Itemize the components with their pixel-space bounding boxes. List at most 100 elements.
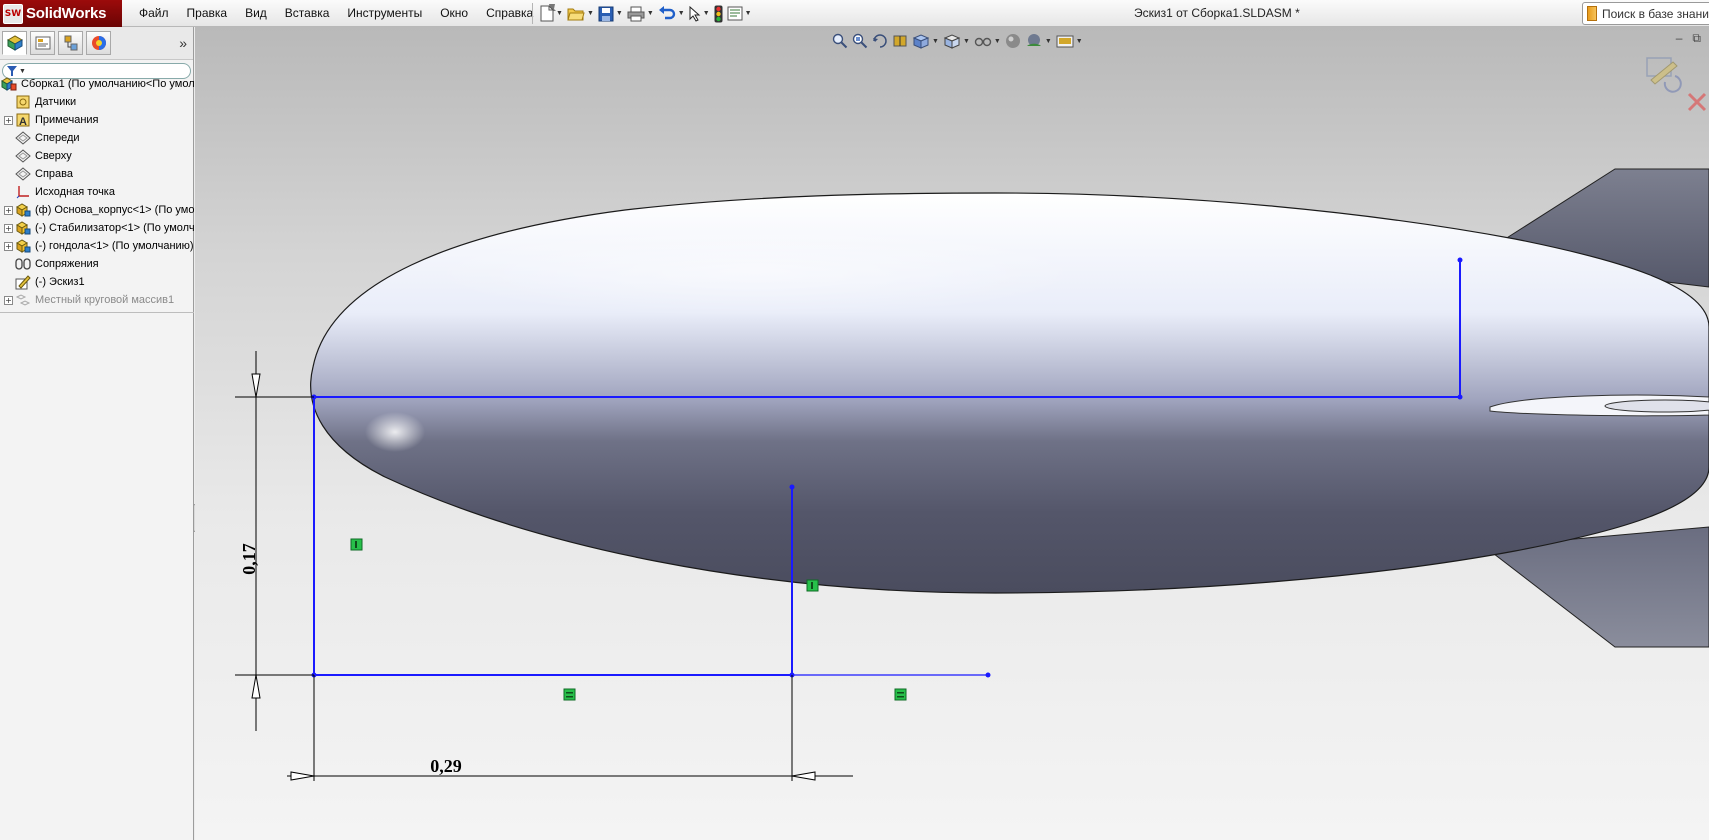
previous-view-icon — [873, 34, 887, 48]
view-settings-button[interactable]: ▼ — [1054, 31, 1085, 52]
filter-dropdown-icon[interactable]: ▼ — [19, 68, 26, 75]
hull-highlight — [425, 227, 1085, 317]
plane-icon — [15, 130, 31, 146]
rebuild-button[interactable] — [712, 3, 725, 24]
tree-item-label: Справа — [35, 168, 73, 180]
configuration-icon — [64, 35, 77, 51]
plane-icon — [15, 148, 31, 164]
tree-item[interactable]: Справа — [0, 165, 194, 183]
tree-item-label: Сборка1 (По умолчанию<По умолчанию_Состо… — [21, 78, 194, 90]
exit-sketch-icon[interactable] — [1646, 57, 1682, 93]
tab-property-manager[interactable] — [30, 31, 55, 55]
open-document-button[interactable]: ▼ — [565, 3, 596, 24]
appearance-sphere-icon — [1005, 34, 1020, 48]
graphics-area[interactable]: 0,17 0,29 ▼ ▼ ▼ ▼ ▼ – ⧉ — [195, 27, 1709, 840]
tree-item[interactable]: + Местный круговой массив1 — [0, 291, 194, 309]
tree-item-label: Спереди — [35, 132, 80, 144]
expand-toggle-icon[interactable]: + — [4, 205, 13, 215]
sketch-point[interactable] — [985, 672, 991, 678]
expand-panel-icon[interactable]: » — [179, 35, 187, 51]
tree-item[interactable]: Исходная точка — [0, 183, 194, 201]
viewport-restore-icon[interactable]: ⧉ — [1692, 31, 1701, 46]
cancel-sketch-icon[interactable] — [1687, 92, 1707, 112]
new-document-button[interactable]: ▼ — [538, 3, 565, 24]
part-icon — [15, 220, 31, 236]
menu-file[interactable]: Файл — [130, 0, 178, 27]
edit-appearance-button[interactable] — [1003, 31, 1023, 52]
hide-show-items-button[interactable]: ▼ — [972, 31, 1003, 52]
tree-item[interactable]: Сверху — [0, 147, 194, 165]
tree-item[interactable]: (-) Эскиз1 — [0, 273, 194, 291]
menu-tools[interactable]: Инструменты — [338, 0, 431, 27]
tree-item-label: Исходная точка — [35, 186, 115, 198]
tab-feature-manager[interactable] — [2, 31, 27, 55]
knowledge-base-search[interactable] — [1582, 2, 1709, 25]
tree-item-label: Датчики — [35, 96, 77, 108]
file-properties-button[interactable]: ▼ — [725, 3, 754, 24]
tree-item-label: (-) Стабилизатор<1> (По умолчанию) — [35, 222, 194, 234]
zoom-fit-icon — [832, 33, 848, 49]
view-orientation-button[interactable]: ▼ — [910, 31, 941, 52]
apply-scene-button[interactable]: ▼ — [1023, 31, 1054, 52]
tree-item-label: Сверху — [35, 150, 72, 162]
tree-item[interactable]: + (ф) Основа_корпус<1> (По умолчанию) — [0, 201, 194, 219]
horizontal-dimension-value[interactable]: 0,29 — [430, 756, 462, 776]
sketch-point[interactable] — [1457, 394, 1463, 400]
view-heads-up-toolbar: ▼ ▼ ▼ ▼ ▼ — [830, 30, 1085, 52]
vertical-dimension-value[interactable]: 0,17 — [239, 543, 259, 575]
section-view-button[interactable] — [890, 31, 910, 52]
main-menu: Файл Правка Вид Вставка Инструменты Окно… — [130, 0, 562, 27]
expand-toggle-icon[interactable]: + — [4, 223, 13, 233]
new-file-icon — [540, 5, 554, 22]
tree-item[interactable]: + (-) гондола<1> (По умолчанию) — [0, 237, 194, 255]
model-scene: 0,17 0,29 — [235, 168, 1709, 781]
title-bar: SW SolidWorks Файл Правка Вид Вставка Ин… — [0, 0, 1709, 27]
expand-toggle-icon[interactable]: + — [4, 241, 13, 251]
expand-toggle-icon[interactable]: + — [4, 295, 13, 305]
glasses-icon — [974, 37, 992, 47]
tree-item[interactable]: Датчики — [0, 93, 194, 111]
equal-relation-icon[interactable] — [563, 688, 576, 701]
sw-logo-icon: SW — [3, 3, 23, 24]
expand-toggle-icon[interactable]: + — [4, 115, 13, 125]
zoom-to-fit-button[interactable] — [830, 31, 850, 52]
select-button[interactable]: ▼ — [687, 3, 712, 24]
save-button[interactable]: ▼ — [596, 3, 625, 24]
tree-item[interactable]: + A Примечания — [0, 111, 194, 129]
knowledge-book-icon — [1587, 6, 1597, 21]
tree-item-label: (-) Эскиз1 — [35, 276, 85, 288]
tree-item[interactable]: + (-) Стабилизатор<1> (По умолчанию) — [0, 219, 194, 237]
search-input[interactable] — [1602, 6, 1709, 21]
menu-view[interactable]: Вид — [236, 0, 276, 27]
sketch-point[interactable] — [789, 484, 795, 490]
solidworks-logo[interactable]: SW SolidWorks — [0, 0, 122, 27]
tree-item[interactable]: Сопряжения — [0, 255, 194, 273]
part-icon — [15, 202, 31, 218]
zoom-to-area-button[interactable] — [850, 31, 870, 52]
undo-button[interactable]: ▼ — [656, 3, 687, 24]
menu-edit[interactable]: Правка — [178, 0, 237, 27]
assembly-icon — [1, 76, 17, 92]
previous-view-button[interactable] — [870, 31, 890, 52]
tree-item[interactable]: Сборка1 (По умолчанию<По умолчанию_Состо… — [0, 75, 194, 93]
open-folder-icon — [567, 8, 585, 21]
tab-configuration-manager[interactable] — [58, 31, 83, 55]
display-style-button[interactable]: ▼ — [941, 31, 972, 52]
view-settings-icon — [1056, 35, 1074, 48]
equal-relation-icon[interactable] — [894, 688, 907, 701]
sketch-point[interactable] — [1457, 257, 1463, 263]
vertical-dimension[interactable] — [235, 351, 314, 731]
menu-insert[interactable]: Вставка — [276, 0, 339, 27]
tree-item-label: Сопряжения — [35, 258, 99, 270]
feature-tree-icon — [6, 35, 23, 51]
print-button[interactable]: ▼ — [625, 3, 656, 24]
tab-display-manager[interactable] — [86, 31, 111, 55]
toolbar-separator — [532, 3, 533, 24]
viewport-minimize-icon[interactable]: – — [1676, 31, 1683, 46]
annotations-icon: A — [15, 112, 31, 128]
menu-window[interactable]: Окно — [431, 0, 477, 27]
standard-toolbar: ▼ ▼ ▼ ▼ ▼ ▼ ▼ — [538, 3, 754, 24]
properties-icon — [727, 6, 743, 21]
tree-item[interactable]: Спереди — [0, 129, 194, 147]
viewport-window-controls: – ⧉ — [1676, 31, 1701, 46]
